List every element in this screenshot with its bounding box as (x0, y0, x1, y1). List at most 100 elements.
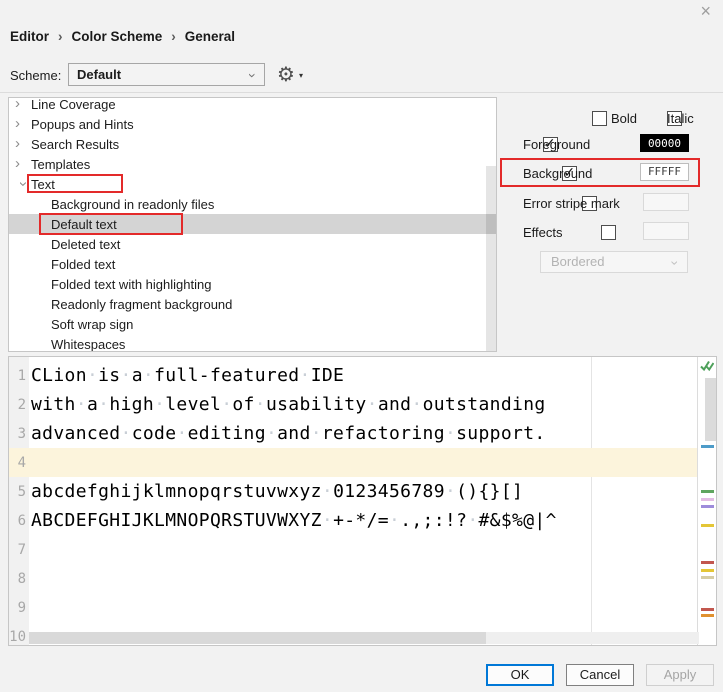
scheme-label: Scheme: (10, 68, 61, 83)
cancel-button[interactable]: Cancel (566, 664, 634, 686)
tree-item-deleted-text[interactable]: Deleted text (9, 234, 496, 254)
editor-preview[interactable]: 1CLion·is·a·full-featured·IDE2with·a·hig… (8, 356, 717, 646)
tree-item-folded-text[interactable]: Folded text (9, 254, 496, 274)
tree-item-label: Line Coverage (31, 97, 116, 112)
editor-line[interactable]: 8 (9, 564, 698, 593)
editor-line[interactable]: 6ABCDEFGHIJKLMNOPQRSTUVWXYZ·+-*/=·.,;:!?… (9, 506, 698, 535)
editor-line[interactable]: 1CLion·is·a·full-featured·IDE (9, 361, 698, 390)
line-number: 5 (9, 484, 29, 500)
tree-scrollbar[interactable] (486, 98, 496, 351)
stripe-mark (701, 561, 714, 564)
chevron-down-icon: › (666, 261, 686, 266)
breadcrumb-item-color-scheme[interactable]: Color Scheme (72, 29, 163, 44)
tree-item-label: Folded text with highlighting (51, 277, 211, 292)
tree-item-default-text[interactable]: Default text (9, 214, 496, 234)
editor-line[interactable]: 3advanced·code·editing·and·refactoring·s… (9, 419, 698, 448)
scheme-select-value: Default (77, 67, 121, 82)
effects-color-field[interactable] (643, 222, 689, 240)
editor-line[interactable]: 7 (9, 535, 698, 564)
background-color-field[interactable]: FFFFF (640, 163, 689, 181)
stripe-mark (701, 576, 714, 579)
chevron-collapsed-icon[interactable]: › (15, 97, 31, 111)
chevron-collapsed-icon[interactable]: › (15, 157, 31, 171)
editor-line[interactable]: 5abcdefghijklmnopqrstuvwxyz·0123456789·(… (9, 477, 698, 506)
settings-dialog: × Editor › Color Scheme › General Scheme… (0, 0, 723, 692)
error-stripe-mark-label[interactable]: Error stripe mark (523, 196, 620, 211)
tree-item-popups-and-hints[interactable]: ›Popups and Hints (9, 114, 496, 134)
tree-item-templates[interactable]: ›Templates (9, 154, 496, 174)
editor-line[interactable]: 9 (9, 593, 698, 622)
tree-item-whitespaces[interactable]: Whitespaces (9, 334, 496, 352)
chevron-collapsed-icon[interactable]: › (15, 117, 31, 131)
effects-label[interactable]: Effects (523, 225, 563, 240)
breadcrumb-item-editor[interactable]: Editor (10, 29, 49, 44)
tree-item-label: Folded text (51, 257, 115, 272)
stripe-mark (701, 608, 714, 611)
horizontal-scrollbar-thumb[interactable] (29, 632, 486, 644)
tree-item-label: Readonly fragment background (51, 297, 232, 312)
line-number: 7 (9, 542, 29, 558)
tree-item-readonly-fragment-background[interactable]: Readonly fragment background (9, 294, 496, 314)
chevron-expanded-icon[interactable]: › (16, 176, 30, 192)
stripe-mark (701, 505, 714, 508)
breadcrumb-separator: › (58, 29, 63, 44)
inspections-ok-icon (700, 360, 714, 373)
breadcrumb: Editor › Color Scheme › General (10, 29, 235, 44)
tree-item-label: Deleted text (51, 237, 120, 252)
tree-panel: ›Line Coverage›Popups and Hints›Search R… (8, 97, 497, 352)
ok-button[interactable]: OK (486, 664, 554, 686)
stripe-mark (701, 498, 714, 501)
line-number: 6 (9, 513, 29, 529)
line-number: 10 (9, 629, 29, 645)
breadcrumb-item-general[interactable]: General (185, 29, 235, 44)
chevron-collapsed-icon[interactable]: › (15, 137, 31, 151)
line-text: with·a·high·level·of·usability·and·outst… (29, 394, 546, 415)
chevron-down-icon: › (242, 73, 263, 78)
bold-label[interactable]: Bold (611, 111, 637, 126)
tree-item-label: Popups and Hints (31, 117, 134, 132)
foreground-color-field[interactable]: 00000 (640, 134, 689, 152)
tree-item-background-in-readonly-files[interactable]: Background in readonly files (9, 194, 496, 214)
line-number: 1 (9, 368, 29, 384)
bold-checkbox[interactable] (592, 111, 607, 126)
line-number: 9 (9, 600, 29, 616)
stripe-mark (701, 524, 714, 527)
line-text: ABCDEFGHIJKLMNOPQRSTUVWXYZ·+-*/=·.,;:!?·… (29, 510, 557, 531)
divider (0, 92, 723, 93)
tree-item-label: Templates (31, 157, 90, 172)
error-stripe-color-field[interactable] (643, 193, 689, 211)
stripe-mark (701, 614, 714, 617)
effects-type-select[interactable]: Bordered › (540, 251, 688, 273)
tree-item-label: Background in readonly files (51, 197, 214, 212)
tree-item-soft-wrap-sign[interactable]: Soft wrap sign (9, 314, 496, 334)
scheme-select[interactable]: Default › (68, 63, 265, 86)
stripe-mark (701, 490, 714, 493)
line-text: advanced·code·editing·and·refactoring·su… (29, 423, 546, 444)
gear-dropdown-arrow: ▾ (299, 64, 303, 88)
tree-item-search-results[interactable]: ›Search Results (9, 134, 496, 154)
vertical-scrollbar-thumb[interactable] (705, 378, 716, 441)
line-number: 3 (9, 426, 29, 442)
gear-icon[interactable]: ⚙▾ (277, 62, 301, 86)
tree-item-label: Soft wrap sign (51, 317, 133, 332)
italic-label[interactable]: Italic (667, 111, 694, 126)
breadcrumb-separator: › (171, 29, 176, 44)
tree-item-label: Text (31, 177, 55, 192)
stripe-mark (701, 445, 714, 448)
stripe-mark (701, 569, 714, 572)
tree-item-folded-text-with-highlighting[interactable]: Folded text with highlighting (9, 274, 496, 294)
close-icon[interactable]: × (700, 2, 711, 20)
editor-line[interactable]: 4 (9, 448, 698, 477)
tree-item-line-coverage[interactable]: ›Line Coverage (9, 97, 496, 114)
line-text: CLion·is·a·full-featured·IDE (29, 365, 344, 386)
effects-checkbox[interactable] (601, 225, 616, 240)
editor-lines: 1CLion·is·a·full-featured·IDE2with·a·hig… (9, 361, 698, 646)
apply-button[interactable]: Apply (646, 664, 714, 686)
background-label[interactable]: Background (523, 166, 592, 181)
tree-scrollbar-thumb[interactable] (486, 166, 496, 351)
horizontal-scrollbar[interactable] (29, 632, 699, 644)
editor-line[interactable]: 2with·a·high·level·of·usability·and·outs… (9, 390, 698, 419)
tree-item-text[interactable]: ›Text (9, 174, 496, 194)
line-number: 2 (9, 397, 29, 413)
foreground-label[interactable]: Foreground (523, 137, 590, 152)
